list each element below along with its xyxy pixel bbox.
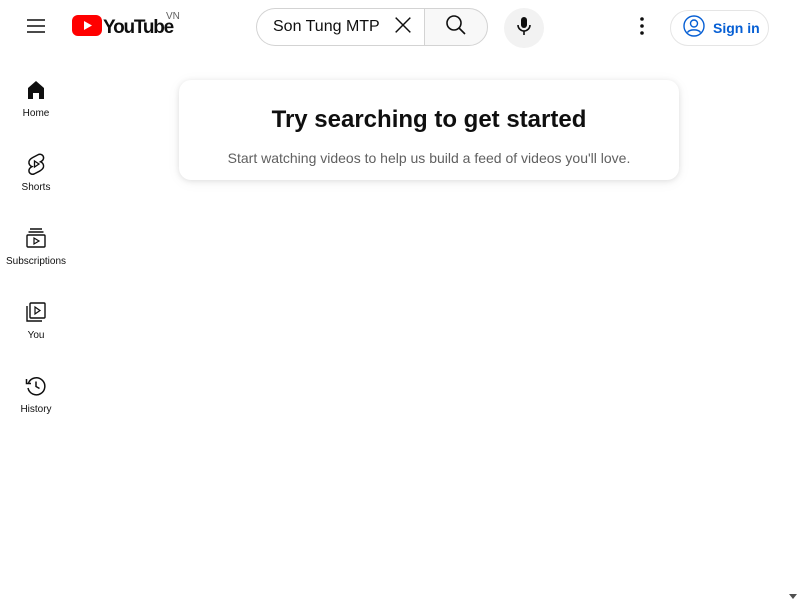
search-input[interactable] — [273, 18, 391, 36]
voice-search-button[interactable] — [504, 8, 544, 48]
sidebar-item-label: Subscriptions — [5, 256, 67, 267]
sidebar-item-home[interactable]: Home — [4, 56, 68, 130]
chevron-down-icon — [788, 588, 798, 600]
empty-feed-title: Try searching to get started — [271, 106, 587, 133]
vertical-dots-icon — [630, 14, 654, 43]
country-code: VN — [166, 11, 180, 22]
shorts-icon — [24, 152, 48, 176]
sidebar-item-history[interactable]: History — [4, 352, 68, 426]
search-icon — [444, 13, 468, 42]
you-library-icon — [24, 300, 48, 324]
youtube-play-icon — [72, 15, 102, 41]
mini-guide-sidebar: Home Shorts Subscriptions You History — [0, 56, 72, 600]
youtube-logo[interactable]: YouTube — [72, 15, 174, 41]
subscriptions-icon — [24, 226, 48, 250]
empty-feed-subtitle: Start watching videos to help us build a… — [227, 150, 631, 166]
scroll-down-arrow[interactable] — [788, 588, 798, 600]
sidebar-item-you[interactable]: You — [4, 278, 68, 352]
sidebar-item-label: Home — [22, 108, 50, 119]
sidebar-item-label: You — [27, 330, 45, 341]
sidebar-item-label: Shorts — [21, 182, 51, 193]
logo-text: YouTube — [103, 17, 174, 38]
sidebar-item-subscriptions[interactable]: Subscriptions — [4, 204, 68, 278]
microphone-icon — [512, 14, 536, 43]
guide-menu-button[interactable] — [16, 8, 56, 48]
youtube-app: YouTube VN Son Tung MTP Sign in Home Sho… — [0, 0, 800, 600]
sign-in-label: Sign in — [713, 20, 760, 36]
settings-more-button[interactable] — [622, 8, 662, 48]
sign-in-button[interactable]: Sign in — [670, 10, 769, 46]
history-icon — [24, 374, 48, 398]
empty-feed-card: Try searching to get started Start watch… — [179, 80, 679, 180]
home-icon — [24, 78, 48, 102]
sidebar-item-label: History — [20, 404, 52, 415]
account-circle-icon — [682, 14, 706, 43]
close-icon — [392, 14, 414, 41]
clear-search-button[interactable] — [386, 10, 420, 44]
sidebar-item-shorts[interactable]: Shorts — [4, 130, 68, 204]
masthead: YouTube VN Son Tung MTP Sign in — [0, 0, 800, 56]
search-button[interactable] — [424, 8, 488, 46]
search-box — [256, 8, 424, 46]
hamburger-menu-icon — [24, 14, 48, 43]
